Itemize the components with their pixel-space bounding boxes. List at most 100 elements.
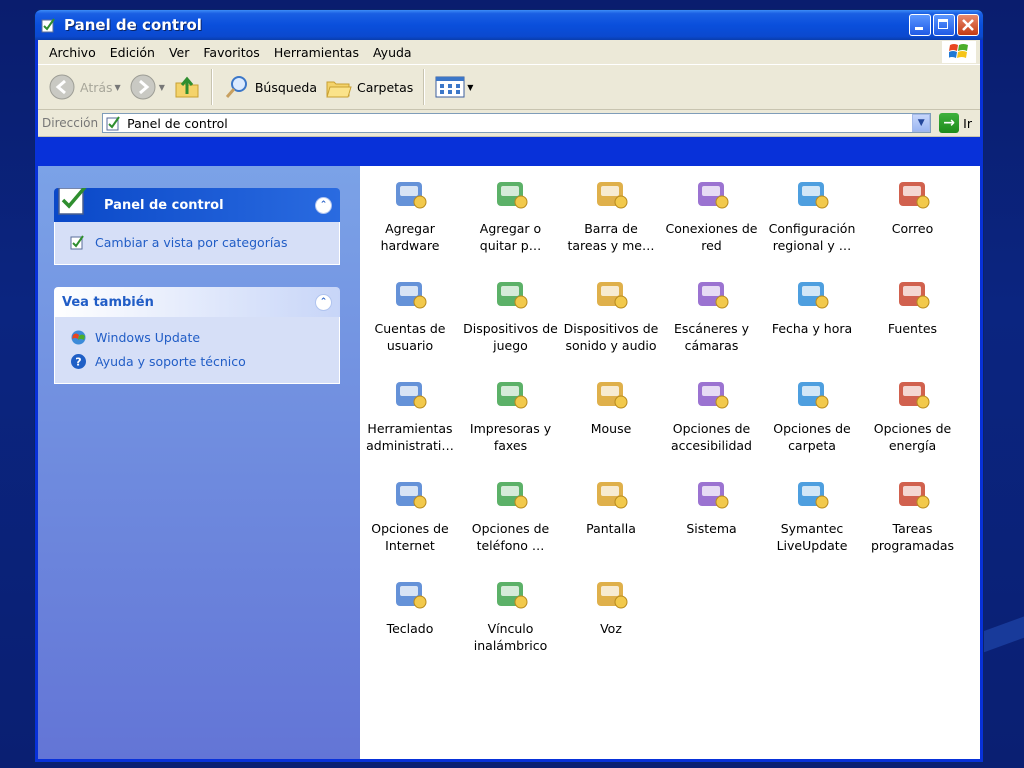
search-button[interactable]: Búsqueda bbox=[219, 71, 321, 103]
control-panel-item[interactable]: Voz bbox=[561, 574, 661, 637]
category-view-link[interactable]: Cambiar a vista por categorías bbox=[69, 230, 329, 254]
item-label-line1: Impresoras y bbox=[469, 421, 552, 436]
item-label-line1: Opciones de bbox=[773, 421, 851, 436]
content-area: Panel de control ⌃ Cambiar a vista por c… bbox=[38, 166, 980, 759]
up-folder-icon bbox=[175, 76, 199, 98]
control-panel-item[interactable]: Conexiones de red bbox=[662, 174, 762, 254]
minimize-button[interactable] bbox=[909, 14, 931, 36]
address-value: Panel de control bbox=[127, 115, 228, 131]
control-panel-item[interactable]: Tareas programadas bbox=[863, 474, 963, 554]
go-button[interactable]: → Ir bbox=[939, 113, 972, 133]
maximize-icon bbox=[938, 19, 948, 29]
control-panel-item[interactable]: Fuentes bbox=[863, 274, 963, 337]
views-button[interactable]: ▼ bbox=[431, 73, 477, 101]
control-panel-item[interactable]: Escáneres y cámaras bbox=[662, 274, 762, 354]
panel-header[interactable]: Vea también ⌃ bbox=[54, 287, 340, 317]
help-support-link[interactable]: ? Ayuda y soporte técnico bbox=[69, 349, 329, 373]
scanners-cameras-icon bbox=[697, 282, 728, 309]
control-panel-item[interactable]: Sistema bbox=[662, 474, 762, 537]
item-label-line2: quitar p… bbox=[479, 238, 542, 253]
item-label-line1: Agregar bbox=[385, 221, 435, 236]
keyboard-icon bbox=[396, 582, 427, 609]
control-panel-item[interactable]: Dispositivos de sonido y audio bbox=[561, 274, 661, 354]
control-panel-item[interactable]: Barra de tareas y me… bbox=[561, 174, 661, 254]
item-label-line2: programadas bbox=[870, 538, 955, 553]
svg-text:?: ? bbox=[75, 355, 81, 368]
control-panel-item[interactable]: Opciones de accesibilidad bbox=[662, 374, 762, 454]
menu-ver[interactable]: Ver bbox=[162, 45, 196, 60]
control-panel-item[interactable]: Opciones de Internet bbox=[360, 474, 460, 554]
control-panel-item[interactable]: Correo bbox=[863, 174, 963, 237]
up-folder-button[interactable] bbox=[169, 71, 205, 103]
mail-icon bbox=[898, 182, 929, 209]
menu-favoritos[interactable]: Favoritos bbox=[196, 45, 266, 60]
admin-tools-icon bbox=[396, 382, 427, 409]
item-label-line2: Internet bbox=[385, 538, 435, 553]
control-panel-item[interactable]: Opciones de carpeta bbox=[762, 374, 862, 454]
network-connections-icon bbox=[697, 182, 728, 209]
window-title: Panel de control bbox=[64, 16, 202, 34]
speech-icon bbox=[597, 582, 628, 609]
go-arrow-icon: → bbox=[939, 113, 960, 133]
item-label-line2: energía bbox=[888, 438, 937, 453]
item-label-line1: Conexiones de bbox=[665, 221, 758, 236]
control-panel-item[interactable]: Impresoras y faxes bbox=[461, 374, 561, 454]
search-label: Búsqueda bbox=[254, 79, 318, 95]
control-panel-item[interactable]: Teclado bbox=[360, 574, 460, 637]
control-panel-item[interactable]: Opciones de teléfono … bbox=[461, 474, 561, 554]
forward-arrow-icon bbox=[130, 74, 156, 100]
back-button[interactable]: Atrás ▼ bbox=[44, 71, 125, 103]
title-bar[interactable]: Panel de control bbox=[35, 10, 983, 40]
taskbar-icon bbox=[597, 182, 628, 209]
control-panel-item[interactable]: Mouse bbox=[561, 374, 661, 437]
views-icon bbox=[435, 76, 465, 98]
forward-button[interactable]: ▼ bbox=[125, 71, 169, 103]
item-label-line2: red bbox=[701, 238, 722, 253]
maximize-button[interactable] bbox=[933, 14, 955, 36]
toolbar-separator bbox=[423, 69, 426, 105]
folders-button[interactable]: Carpetas bbox=[321, 71, 417, 103]
collapse-chevron-icon[interactable]: ⌃ bbox=[315, 196, 332, 214]
item-label-line1: Opciones de bbox=[672, 421, 751, 436]
internet-options-icon bbox=[396, 482, 427, 509]
control-panel-item[interactable]: Configuración regional y … bbox=[762, 174, 862, 254]
control-panel-window: Panel de control Archivo Edición Ver Fav… bbox=[34, 9, 984, 763]
menu-archivo[interactable]: Archivo bbox=[42, 45, 103, 60]
item-label-line1: Vínculo bbox=[487, 621, 534, 636]
menu-edicion[interactable]: Edición bbox=[103, 45, 162, 60]
game-controllers-icon bbox=[496, 282, 527, 309]
windows-update-link[interactable]: Windows Update bbox=[69, 325, 329, 349]
item-label-line1: Opciones de bbox=[371, 521, 449, 536]
minimize-icon bbox=[915, 27, 923, 30]
control-panel-item[interactable]: Agregar hardware bbox=[360, 174, 460, 254]
menu-herramientas[interactable]: Herramientas bbox=[267, 45, 366, 60]
control-panel-item[interactable]: Herramientas administrati… bbox=[360, 374, 460, 454]
control-panel-item[interactable]: Agregar o quitar p… bbox=[461, 174, 561, 254]
address-input[interactable]: Panel de control ▼ bbox=[102, 113, 932, 133]
control-panel-item[interactable]: Pantalla bbox=[561, 474, 661, 537]
item-label-line2: faxes bbox=[493, 438, 528, 453]
item-label-line1: Fecha y hora bbox=[771, 321, 853, 336]
add-hardware-icon bbox=[396, 182, 427, 209]
control-panel-item[interactable]: Opciones de energía bbox=[863, 374, 963, 454]
item-label-line1: Pantalla bbox=[586, 521, 636, 536]
control-panel-item[interactable]: Cuentas de usuario bbox=[360, 274, 460, 354]
symantec-liveupdate-icon bbox=[798, 482, 829, 509]
item-label-line2: tareas y me… bbox=[567, 238, 655, 253]
views-dropdown-icon: ▼ bbox=[467, 82, 474, 92]
category-view-label: Cambiar a vista por categorías bbox=[95, 234, 288, 250]
menu-ayuda[interactable]: Ayuda bbox=[366, 45, 419, 60]
menu-bar: Archivo Edición Ver Favoritos Herramient… bbox=[38, 40, 980, 65]
item-label-line2: administrati… bbox=[366, 438, 454, 453]
control-panel-item[interactable]: Symantec LiveUpdate bbox=[762, 474, 862, 554]
control-panel-item[interactable]: Dispositivos de juego bbox=[461, 274, 561, 354]
panel-header[interactable]: Panel de control ⌃ bbox=[54, 188, 340, 222]
control-panel-item[interactable]: Fecha y hora bbox=[762, 274, 862, 337]
control-panel-item[interactable]: Vínculo inalámbrico bbox=[461, 574, 561, 654]
address-dropdown-button[interactable]: ▼ bbox=[912, 114, 931, 132]
item-label-line1: Escáneres y bbox=[674, 321, 749, 336]
close-button[interactable] bbox=[957, 14, 979, 36]
item-label-line1: Herramientas bbox=[367, 421, 453, 436]
toolbar: Atrás ▼ ▼ Búsqueda Carpetas ▼ bbox=[38, 65, 980, 110]
collapse-chevron-icon[interactable]: ⌃ bbox=[315, 293, 332, 311]
